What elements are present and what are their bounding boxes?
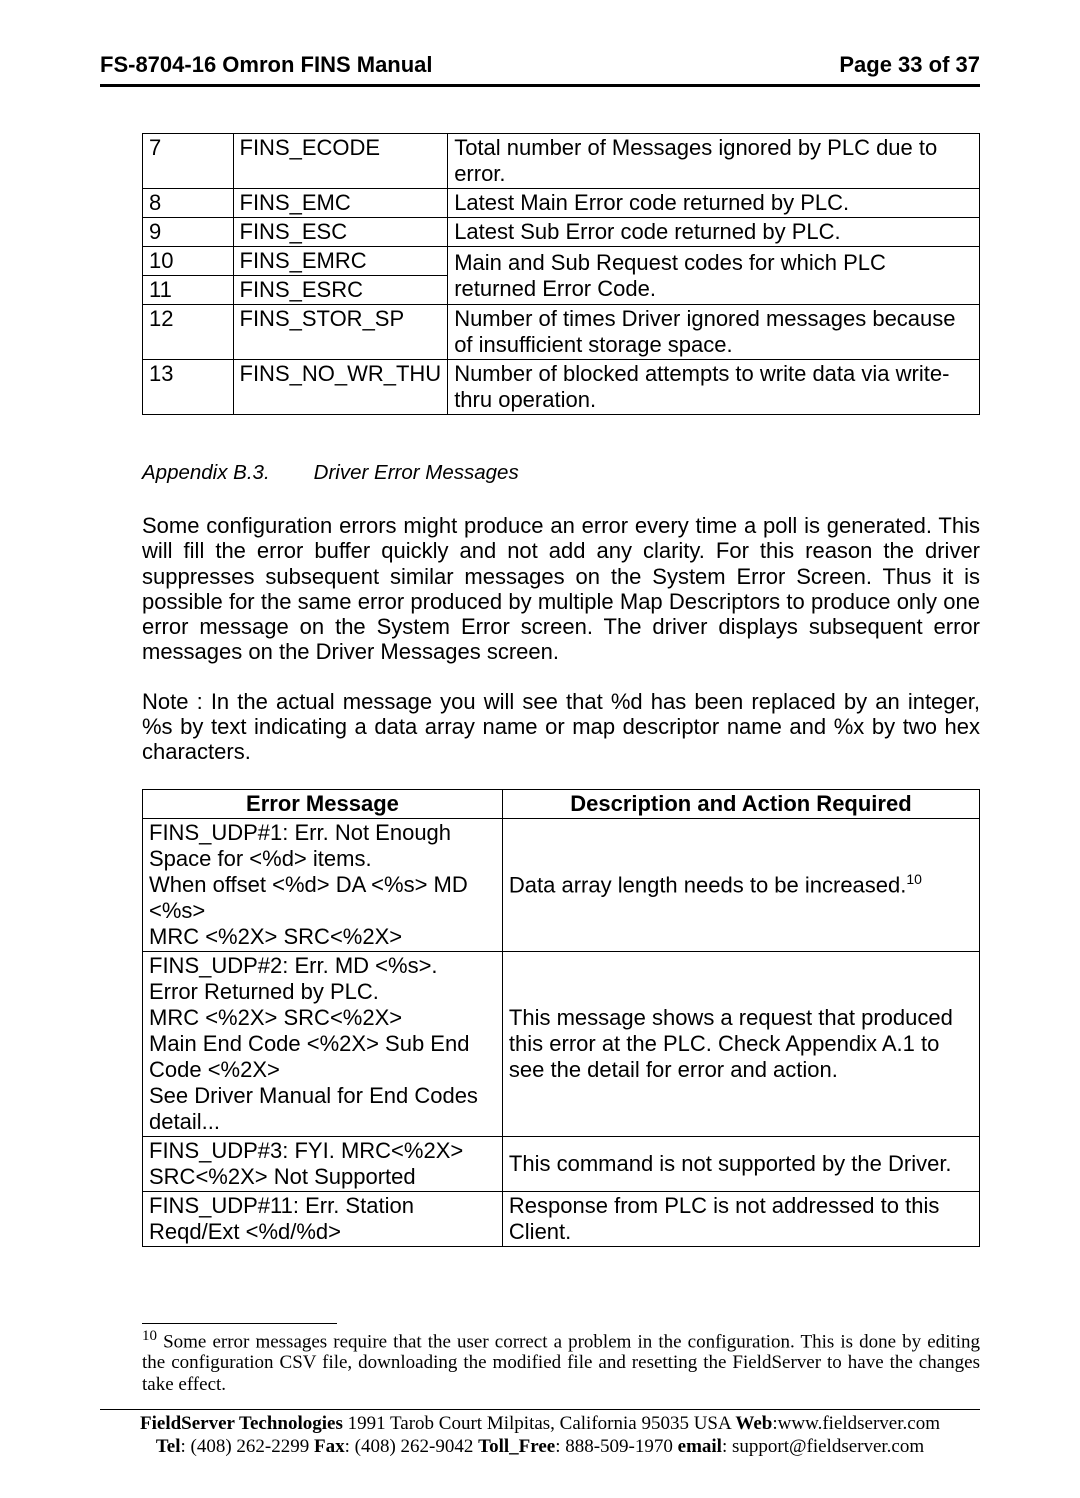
- cell-name: FINS_EMRC: [233, 247, 448, 276]
- error-desc-cell: Data array length needs to be increased.…: [502, 818, 979, 951]
- cell-num: 11: [143, 276, 234, 305]
- cell-desc: Number of blocked attempts to write data…: [448, 360, 980, 415]
- content: 7 FINS_ECODE Total number of Messages ig…: [142, 133, 980, 1395]
- table-row: 10 FINS_EMRC Main and Sub Request codes …: [143, 247, 980, 276]
- error-message-cell: FINS_UDP#3: FYI. MRC<%2X> SRC<%2X> Not S…: [143, 1136, 503, 1191]
- paragraph: Some configuration errors might produce …: [142, 513, 980, 665]
- table-row: FINS_UDP#1: Err. Not Enough Space for <%…: [143, 818, 980, 951]
- footer-line-2: Tel: (408) 262-2299 Fax: (408) 262-9042 …: [100, 1435, 980, 1458]
- cell-num: 8: [143, 189, 234, 218]
- col-header: Description and Action Required: [502, 789, 979, 818]
- table-row: 7 FINS_ECODE Total number of Messages ig…: [143, 134, 980, 189]
- table-row: FINS_UDP#3: FYI. MRC<%2X> SRC<%2X> Not S…: [143, 1136, 980, 1191]
- footer-address: 1991 Tarob Court Milpitas, California 95…: [343, 1413, 736, 1434]
- cell-desc: Total number of Messages ignored by PLC …: [448, 134, 980, 189]
- cell-name: FINS_NO_WR_THU: [233, 360, 448, 415]
- table-row: FINS_UDP#2: Err. MD <%s>. Error Returned…: [143, 951, 980, 1136]
- cell-desc: Latest Main Error code returned by PLC.: [448, 189, 980, 218]
- footer-separator: [100, 1409, 980, 1410]
- cell-num: 9: [143, 218, 234, 247]
- cell-desc: Main and Sub Request codes for which PLC…: [448, 247, 980, 305]
- footer-fax-label: Fax: [314, 1436, 345, 1457]
- footer-tel: : (408) 262-2299: [181, 1436, 315, 1457]
- cell-num: 10: [143, 247, 234, 276]
- cell-name: FINS_ECODE: [233, 134, 448, 189]
- footnote-ref: 10: [906, 871, 922, 887]
- footer-fax: : (408) 262-9042: [345, 1436, 479, 1457]
- footer-tel-label: Tel: [156, 1436, 181, 1457]
- cell-name: FINS_ESRC: [233, 276, 448, 305]
- table-row: 12 FINS_STOR_SP Number of times Driver i…: [143, 305, 980, 360]
- footer-tollfree-label: Toll_Free: [478, 1436, 555, 1457]
- footer-email-label: email: [678, 1436, 722, 1457]
- section-heading: Appendix B.3. Driver Error Messages: [142, 461, 980, 485]
- header-right: Page 33 of 37: [839, 52, 980, 78]
- footer-tollfree: : 888-509-1970: [555, 1436, 677, 1457]
- error-desc-cell: Response from PLC is not addressed to th…: [502, 1191, 979, 1246]
- footer-web: :www.fieldserver.com: [772, 1413, 940, 1434]
- table-row: FINS_UDP#11: Err. Station Reqd/Ext <%d/%…: [143, 1191, 980, 1246]
- cell-desc: Latest Sub Error code returned by PLC.: [448, 218, 980, 247]
- error-message-cell: FINS_UDP#1: Err. Not Enough Space for <%…: [143, 818, 503, 951]
- page-footer: FieldServer Technologies 1991 Tarob Cour…: [100, 1412, 980, 1458]
- footnote-separator: [142, 1323, 337, 1324]
- footer-company: FieldServer Technologies: [140, 1413, 343, 1434]
- cell-num: 12: [143, 305, 234, 360]
- col-header: Error Message: [143, 789, 503, 818]
- table-row: 9 FINS_ESC Latest Sub Error code returne…: [143, 218, 980, 247]
- error-desc-cell: This message shows a request that produc…: [502, 951, 979, 1136]
- cell-name: FINS_ESC: [233, 218, 448, 247]
- cell-num: 7: [143, 134, 234, 189]
- stats-table: 7 FINS_ECODE Total number of Messages ig…: [142, 133, 980, 415]
- cell-desc: Number of times Driver ignored messages …: [448, 305, 980, 360]
- header-left: FS-8704-16 Omron FINS Manual: [100, 52, 433, 78]
- paragraph: Note : In the actual message you will se…: [142, 689, 980, 765]
- table-row: 8 FINS_EMC Latest Main Error code return…: [143, 189, 980, 218]
- table-header-row: Error Message Description and Action Req…: [143, 789, 980, 818]
- page: FS-8704-16 Omron FINS Manual Page 33 of …: [0, 0, 1080, 1498]
- table-row: 13 FINS_NO_WR_THU Number of blocked atte…: [143, 360, 980, 415]
- footer-web-label: Web: [735, 1413, 772, 1434]
- error-message-cell: FINS_UDP#11: Err. Station Reqd/Ext <%d/%…: [143, 1191, 503, 1246]
- cell-name: FINS_EMC: [233, 189, 448, 218]
- errors-table: Error Message Description and Action Req…: [142, 789, 980, 1247]
- cell-num: 13: [143, 360, 234, 415]
- page-header: FS-8704-16 Omron FINS Manual Page 33 of …: [100, 52, 980, 87]
- error-message-cell: FINS_UDP#2: Err. MD <%s>. Error Returned…: [143, 951, 503, 1136]
- desc-text: Data array length needs to be increased.: [509, 872, 906, 897]
- section-label: Appendix B.3.: [142, 461, 270, 484]
- section-title: Driver Error Messages: [314, 461, 519, 484]
- footer-line-1: FieldServer Technologies 1991 Tarob Cour…: [100, 1412, 980, 1435]
- footer-email: : support@fieldserver.com: [722, 1436, 924, 1457]
- cell-name: FINS_STOR_SP: [233, 305, 448, 360]
- error-desc-cell: This command is not supported by the Dri…: [502, 1136, 979, 1191]
- footnote-number: 10: [142, 1328, 157, 1344]
- footnote: 10 Some error messages require that the …: [142, 1328, 980, 1395]
- footnote-text: Some error messages require that the use…: [142, 1331, 980, 1395]
